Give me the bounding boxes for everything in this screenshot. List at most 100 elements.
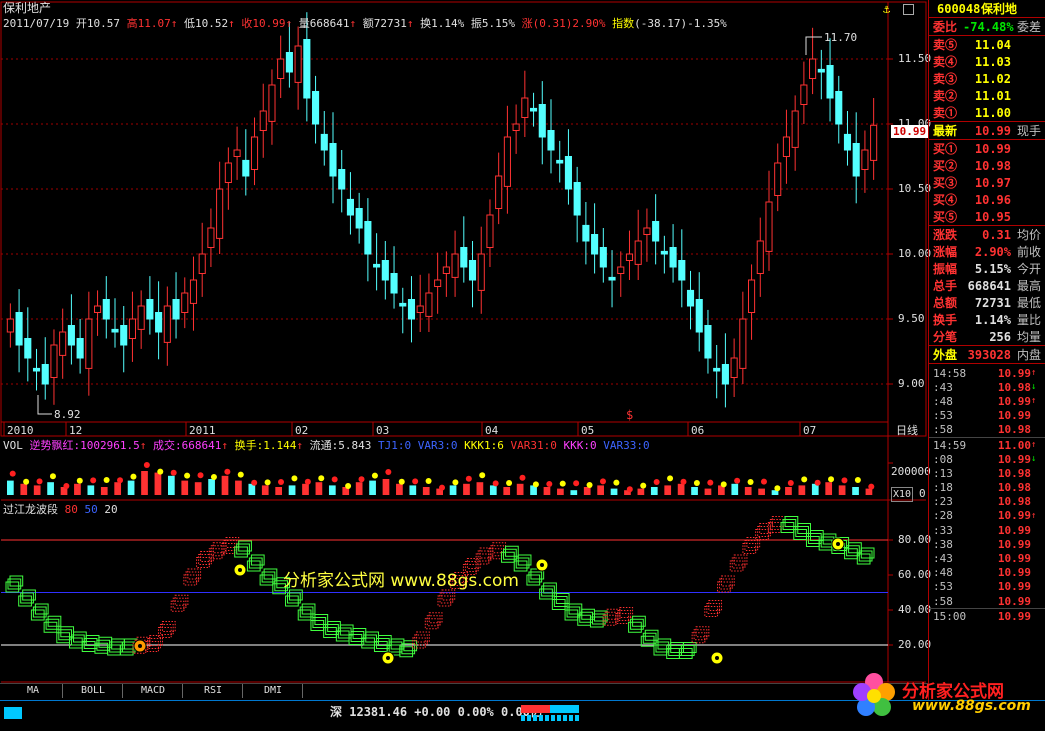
tab-rsi[interactable]: RSI bbox=[184, 684, 243, 698]
vol-bar[interactable] bbox=[516, 483, 524, 495]
vol-bar[interactable] bbox=[463, 483, 470, 495]
vol-bar[interactable] bbox=[476, 482, 484, 495]
vol-bar[interactable] bbox=[838, 485, 846, 495]
vol-bar[interactable] bbox=[825, 482, 833, 495]
tick-time: :18 bbox=[933, 481, 953, 495]
vol-bar[interactable] bbox=[275, 487, 283, 495]
vol-bar[interactable] bbox=[221, 475, 229, 495]
vol-bar[interactable] bbox=[369, 480, 376, 495]
vol-signal-dot bbox=[546, 481, 553, 487]
vol-bar[interactable] bbox=[422, 487, 430, 495]
tick-row[interactable]: :18 10.98 bbox=[929, 481, 1045, 495]
vol-bar[interactable] bbox=[409, 485, 417, 495]
tick-row[interactable]: :58 10.98 bbox=[929, 423, 1045, 437]
tab-dmi[interactable]: DMI bbox=[244, 684, 303, 698]
vol-bar[interactable] bbox=[798, 485, 806, 495]
vol-bar[interactable] bbox=[597, 485, 604, 495]
period-label[interactable]: 日线 bbox=[896, 424, 918, 437]
tick-row[interactable]: :43 10.98 ↓ bbox=[929, 380, 1045, 394]
vol-bar[interactable] bbox=[33, 485, 41, 495]
weibi-row: 委比 -74.48% 委差 bbox=[929, 18, 1045, 36]
vol-bar[interactable] bbox=[114, 482, 122, 495]
ask-row-label: 卖④ bbox=[933, 55, 958, 69]
vol-bar[interactable] bbox=[704, 488, 712, 495]
vol-signal-dot bbox=[854, 477, 861, 483]
tick-list[interactable]: 14:58 10.99 ↑:43 10.98 ↓:48 10.99 ↑:53 10.99:58… bbox=[929, 364, 1045, 623]
vol-bar[interactable] bbox=[167, 475, 175, 495]
vol-bar[interactable] bbox=[852, 487, 859, 495]
vol-bar[interactable] bbox=[288, 485, 296, 495]
vol-bar[interactable] bbox=[355, 482, 363, 495]
tick-row[interactable]: :43 10.99 bbox=[929, 551, 1045, 565]
vol-bar[interactable] bbox=[47, 482, 54, 495]
vol-bar[interactable] bbox=[20, 483, 28, 495]
vol-bar[interactable] bbox=[691, 487, 698, 495]
vol-signal-dot bbox=[465, 475, 472, 482]
vol-bar[interactable] bbox=[677, 483, 685, 495]
vol-bar[interactable] bbox=[127, 480, 135, 495]
vol-bar[interactable] bbox=[744, 487, 752, 495]
date-axis-label: 2011 bbox=[189, 424, 216, 437]
vol-bar[interactable] bbox=[315, 482, 323, 495]
tick-row[interactable]: :28 10.99 ↑ bbox=[929, 509, 1045, 523]
tick-row[interactable]: :33 10.99 bbox=[929, 523, 1045, 537]
quote-panel: 600048 保利地 委比 -74.48% 委差 卖⑤ 11.04 卖④ 11.03 卖… bbox=[928, 0, 1045, 700]
vol-bar[interactable] bbox=[141, 471, 148, 495]
vol-bar[interactable] bbox=[302, 483, 309, 495]
vol-bar[interactable] bbox=[557, 488, 564, 495]
tab-ma[interactable]: MA bbox=[4, 684, 63, 698]
tick-row[interactable]: :58 10.99 bbox=[929, 594, 1045, 608]
stat-row-extra: 今开 bbox=[1016, 262, 1041, 276]
vol-bar[interactable] bbox=[731, 483, 739, 495]
vol-bar[interactable] bbox=[758, 488, 765, 495]
tab-boll[interactable]: BOLL bbox=[64, 684, 123, 698]
vol-bar[interactable] bbox=[785, 487, 792, 495]
vol-bar[interactable] bbox=[382, 479, 390, 495]
vol-signal-dot bbox=[49, 473, 56, 480]
tick-row[interactable]: :53 10.99 bbox=[929, 409, 1045, 423]
tab-macd[interactable]: MACD bbox=[124, 684, 183, 698]
vol-bar[interactable] bbox=[610, 488, 618, 495]
tick-row[interactable]: :08 10.99 ↓ bbox=[929, 452, 1045, 466]
vol-bar[interactable] bbox=[396, 483, 403, 495]
vol-bar[interactable] bbox=[503, 487, 511, 495]
vol-bar[interactable] bbox=[194, 482, 202, 495]
anchor-icon[interactable]: ⚓ bbox=[883, 3, 890, 16]
tick-row[interactable]: :23 10.98 bbox=[929, 495, 1045, 509]
vol-bar[interactable] bbox=[235, 480, 242, 495]
vol-bar[interactable] bbox=[570, 490, 578, 495]
logo-url: www.88gs.com bbox=[912, 698, 1031, 714]
vol-signal-dot bbox=[184, 472, 191, 479]
vol-bar[interactable] bbox=[181, 480, 189, 495]
tick-row[interactable]: :13 10.98 bbox=[929, 466, 1045, 480]
vol-bar[interactable] bbox=[261, 485, 269, 495]
vol-bar[interactable] bbox=[208, 479, 215, 495]
vol-bar[interactable] bbox=[154, 472, 162, 495]
tick-row[interactable]: 14:58 10.99 ↑ bbox=[929, 366, 1045, 380]
vol-bar[interactable] bbox=[449, 485, 457, 495]
vol-bar[interactable] bbox=[328, 485, 336, 495]
tick-row[interactable]: :48 10.99 bbox=[929, 566, 1045, 580]
tick-time: :48 bbox=[933, 394, 953, 408]
tick-row[interactable]: :38 10.99 bbox=[929, 537, 1045, 551]
signal-smiley-icon-eye bbox=[540, 563, 544, 567]
vol-bar[interactable] bbox=[489, 485, 497, 495]
vol-bar[interactable] bbox=[583, 487, 591, 495]
vol-signal-dot bbox=[304, 478, 311, 485]
tick-row[interactable]: :53 10.99 bbox=[929, 580, 1045, 594]
vol-bar[interactable] bbox=[543, 487, 551, 495]
vol-bar[interactable] bbox=[100, 487, 108, 495]
signal-smiley-icon-eye bbox=[836, 542, 840, 546]
vol-bar[interactable] bbox=[637, 488, 645, 495]
tick-row[interactable]: 15:00 10.99 bbox=[929, 608, 1045, 623]
vol-bar[interactable] bbox=[650, 487, 658, 495]
close-icon[interactable] bbox=[903, 4, 914, 15]
vol-bar[interactable] bbox=[664, 485, 672, 495]
tick-row[interactable]: :48 10.99 ↑ bbox=[929, 394, 1045, 408]
tick-price: 10.99 bbox=[997, 566, 1031, 580]
vol-bar[interactable] bbox=[7, 480, 14, 495]
tick-price: 10.99 bbox=[997, 366, 1031, 380]
tick-row[interactable]: 14:59 11.00 ↑ bbox=[929, 436, 1045, 452]
vol-bar[interactable] bbox=[74, 483, 81, 495]
vol-bar[interactable] bbox=[87, 485, 95, 495]
